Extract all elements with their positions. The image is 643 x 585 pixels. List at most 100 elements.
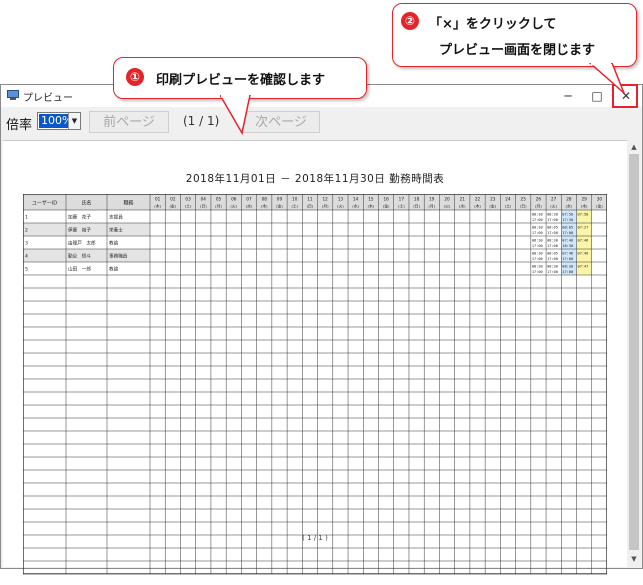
- step2-text-line2: プレビュー画面を閉じます: [439, 43, 596, 58]
- cell-name: 加藤 花子: [68, 214, 91, 221]
- weekday-header: (土): [398, 204, 405, 209]
- column-header: ユーザーID: [32, 201, 57, 207]
- cell-user-id: 1: [25, 215, 28, 221]
- weekday-header: (土): [505, 204, 512, 209]
- weekday-header: (金): [383, 204, 390, 209]
- cell-time: 07:50: [562, 213, 573, 217]
- day-header: 03: [185, 197, 191, 202]
- day-header: 14: [353, 197, 359, 202]
- cell-time: 17:00: [532, 231, 543, 235]
- weekday-header: (木): [581, 204, 588, 209]
- cell-user-id: 5: [25, 267, 28, 273]
- weekday-header: (土): [291, 204, 298, 209]
- weekday-header: (水): [459, 204, 466, 209]
- cell-time: 07:27: [578, 226, 589, 230]
- cell-time: 08:05: [562, 226, 573, 230]
- cell-time: 17:00: [547, 231, 558, 235]
- cell-time: 17:00: [562, 231, 573, 235]
- cell-time: 17:00: [532, 270, 543, 274]
- column-header: 職務: [123, 200, 133, 207]
- step2-text-line1: 「×」をクリックして: [429, 17, 557, 32]
- zoom-select[interactable]: 100% ▼: [37, 112, 81, 130]
- cell-time: 18:30: [562, 244, 573, 248]
- weekday-header: (月): [322, 204, 329, 209]
- prev-page-button[interactable]: 前ページ: [89, 111, 169, 133]
- weekday-header: (金): [169, 204, 176, 209]
- cell-time: 08:30: [532, 265, 543, 269]
- cell-time: 07:46: [578, 252, 589, 256]
- cell-time: 08:30: [547, 265, 558, 269]
- document-title: 2018年11月01日 － 2018年11月30日 勤務時間表: [185, 173, 445, 185]
- cell-job: 栄養士: [109, 227, 123, 234]
- zoom-label: 倍率: [6, 118, 33, 133]
- day-header: 01: [155, 197, 161, 202]
- cell-time: 17:00: [532, 257, 543, 261]
- weekday-header: (土): [185, 204, 192, 209]
- weekday-header: (火): [337, 204, 344, 209]
- weekday-header: (木): [261, 204, 268, 209]
- cell-time: 08:05: [547, 226, 558, 230]
- cell-time: 08:30: [532, 213, 543, 217]
- weekday-header: (金): [276, 204, 283, 209]
- weekday-header: (水): [246, 204, 253, 209]
- weekday-header: (木): [474, 204, 481, 209]
- scroll-up-icon[interactable]: ▲: [627, 140, 641, 154]
- app-icon: [7, 90, 19, 100]
- toolbar: 倍率 100% ▼ 前ページ (1 / 1) 次ページ: [1, 107, 642, 137]
- cell-job: 教諭: [109, 240, 119, 247]
- day-header: 16: [383, 197, 389, 202]
- cell-user-id: 3: [25, 241, 28, 247]
- day-header: 05: [216, 197, 222, 202]
- preview-area: 2018年11月01日 － 2018年11月30日 勤務時間表 ユーザーID 氏名…: [3, 140, 627, 575]
- cell-time: 07:46: [562, 239, 573, 243]
- cell-time: 17:00: [532, 218, 543, 222]
- cell-name: 伊藤 裕子: [68, 227, 91, 234]
- minimize-button[interactable]: ─: [553, 85, 583, 107]
- cell-time: 17:00: [547, 270, 558, 274]
- cell-time: 07:47: [578, 265, 589, 269]
- day-header: 27: [551, 197, 557, 202]
- day-header: 15: [368, 197, 374, 202]
- cell-time: 08:30: [532, 239, 543, 243]
- weekday-header: (月): [535, 204, 542, 209]
- chevron-down-icon[interactable]: ▼: [68, 113, 80, 129]
- cell-name: 山田 一郎: [68, 266, 91, 273]
- weekday-header: (木): [154, 204, 161, 209]
- cell-time: 07:46: [578, 239, 589, 243]
- preview-window: プレビュー ─ □ ✕ 倍率 100% ▼ 前ページ (1 / 1) 次ページ …: [0, 84, 643, 575]
- day-header: 20: [444, 197, 450, 202]
- day-header: 04: [201, 197, 207, 202]
- day-header: 06: [231, 197, 237, 202]
- cell-user-id: 4: [25, 254, 28, 260]
- day-header: 30: [597, 197, 603, 202]
- document-page-number: ( 1 / 1 ): [302, 534, 328, 542]
- day-header: 13: [338, 197, 344, 202]
- weekday-header: (日): [200, 204, 207, 209]
- cell-job: 支援員: [109, 214, 123, 221]
- vertical-scrollbar[interactable]: ▲ ▼: [627, 140, 641, 566]
- cell-time: 08:30: [562, 265, 573, 269]
- cell-time: 17:00: [562, 270, 573, 274]
- cell-user-id: 2: [25, 228, 28, 234]
- weekday-header: (日): [413, 204, 420, 209]
- weekday-header: (金): [596, 204, 603, 209]
- weekday-header: (火): [550, 204, 557, 209]
- cell-time: 08:30: [532, 226, 543, 230]
- step2-badge: ②: [401, 12, 419, 30]
- cell-time: 17:00: [547, 244, 558, 248]
- cell-time: 17:00: [547, 257, 558, 261]
- column-header: 氏名: [81, 200, 91, 207]
- weekday-header: (日): [307, 204, 314, 209]
- cell-time: 17:30: [562, 218, 573, 222]
- cell-name: 由理戸 太郎: [68, 240, 96, 247]
- weekday-header: (月): [215, 204, 222, 209]
- day-header: 24: [505, 197, 511, 202]
- weekday-header: (月): [428, 204, 435, 209]
- cell-time: 08:30: [547, 239, 558, 243]
- scroll-down-icon[interactable]: ▼: [627, 552, 641, 566]
- callout-step2: ② 「×」をクリックして プレビュー画面を閉じます: [392, 3, 637, 67]
- cell-time: 07:50: [578, 213, 589, 217]
- callout2-pointer: [588, 63, 625, 94]
- scroll-thumb[interactable]: [629, 154, 639, 550]
- day-header: 22: [475, 197, 481, 202]
